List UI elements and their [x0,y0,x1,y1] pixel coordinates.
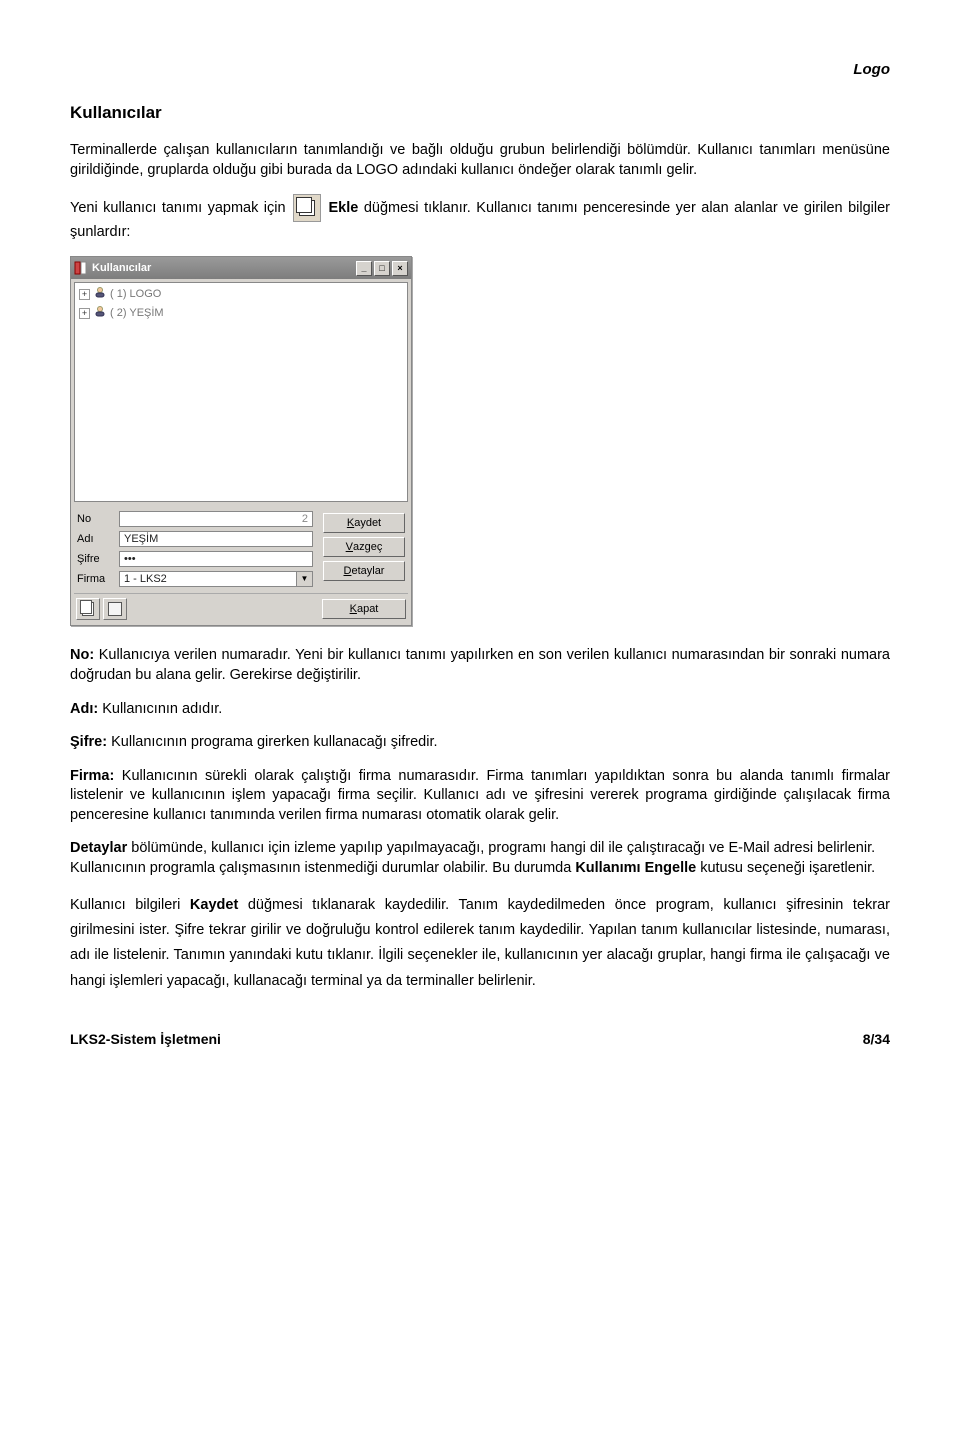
def-detaylar-text: bölümünde, kullanıcı için izleme yapılıp… [127,840,875,856]
tree-item-label: ( 1) LOGO [110,287,161,302]
def-kaydet: Kullanıcı bilgileri Kaydet düğmesi tıkla… [70,893,890,995]
chevron-down-icon[interactable]: ▼ [297,571,313,587]
footer-left: LKS2-Sistem İşletmeni [70,1030,221,1049]
def-firma: Firma: Kullanıcının sürekli olarak çalış… [70,767,890,826]
window-app-icon [74,261,88,275]
def-sifre: Şifre: Kullanıcının programa girerken ku… [70,733,890,753]
expand-icon[interactable]: + [79,308,90,319]
intro2-ekle-label: Ekle [329,200,359,216]
def-no-label: No: [70,647,94,663]
def-sifre-label: Şifre: [70,734,107,750]
window-title: Kullanıcılar [92,261,354,276]
intro-paragraph-1: Terminallerde çalışan kullanıcıların tan… [70,141,890,180]
sheet-button[interactable] [103,598,127,620]
expand-icon[interactable]: + [79,289,90,300]
kaydet-button[interactable]: Kaydet [323,513,405,533]
firma-field[interactable]: 1 - LKS2 [119,571,297,587]
detaylar-button[interactable]: Detaylar [323,561,405,581]
close-button[interactable]: × [392,261,408,276]
def-no: No: Kullanıcıya verilen numaradır. Yeni … [70,646,890,685]
footer-page: 8/34 [863,1030,890,1049]
sifre-label: Şifre [77,552,113,567]
def-engelle-label: Kullanımı Engelle [575,860,696,876]
users-tree[interactable]: + ( 1) LOGO + ( 2) YEŞİM [74,282,408,502]
sheet-icon [108,602,122,616]
user-form: No 2 Adı YEŞİM Şifre ••• Firma 1 - LKS2 … [71,505,411,591]
firma-label: Firma [77,572,113,587]
header-logo: Logo [70,60,890,80]
page-title: Kullanıcılar [70,102,890,125]
person-icon [94,286,106,303]
firma-combo[interactable]: 1 - LKS2 ▼ [119,571,313,587]
def-firma-text: Kullanıcının sürekli olarak çalıştığı fi… [70,768,890,823]
tree-item[interactable]: + ( 2) YEŞİM [77,304,405,323]
page-footer: LKS2-Sistem İşletmeni 8/34 [70,1030,890,1049]
minimize-button[interactable]: _ [356,261,372,276]
vazgec-button[interactable]: Vazgeç [323,537,405,557]
def-firma-label: Firma: [70,768,114,784]
def-kaydet-a: Kullanıcı bilgileri [70,897,190,913]
def-adi: Adı: Kullanıcının adıdır. [70,700,890,720]
no-field[interactable]: 2 [119,511,313,527]
kapat-button[interactable]: Kapat [322,599,406,619]
ekle-icon [293,194,321,223]
users-window: Kullanıcılar _ □ × + ( 1) LOGO + ( 2) YE… [70,256,412,626]
no-label: No [77,512,113,527]
def-kaydet-label: Kaydet [190,897,238,913]
def-adi-text: Kullanıcının adıdır. [98,701,222,717]
adi-label: Adı [77,532,113,547]
def-engelle-b: kutusu seçeneği işaretlenir. [696,860,875,876]
tree-item-label: ( 2) YEŞİM [110,306,164,321]
def-detaylar-label: Detaylar [70,840,127,856]
person-icon [94,305,106,322]
documents-icon [82,602,94,616]
intro2-text-a: Yeni kullanıcı tanımı yapmak için [70,200,291,216]
def-sifre-text: Kullanıcının programa girerken kullanaca… [107,734,437,750]
maximize-button[interactable]: □ [374,261,390,276]
def-engelle-a: Kullanıcının programla çalışmasının iste… [70,860,575,876]
window-toolbar: Kapat [74,593,408,622]
window-titlebar: Kullanıcılar _ □ × [71,257,411,279]
new-doc-button[interactable] [76,598,100,620]
tree-item[interactable]: + ( 1) LOGO [77,285,405,304]
def-no-text: Kullanıcıya verilen numaradır. Yeni bir … [70,647,890,683]
adi-field[interactable]: YEŞİM [119,531,313,547]
sifre-field[interactable]: ••• [119,551,313,567]
def-detaylar: Detaylar bölümünde, kullanıcı için izlem… [70,839,890,878]
intro-paragraph-2: Yeni kullanıcı tanımı yapmak için Ekle d… [70,194,890,242]
def-adi-label: Adı: [70,701,98,717]
